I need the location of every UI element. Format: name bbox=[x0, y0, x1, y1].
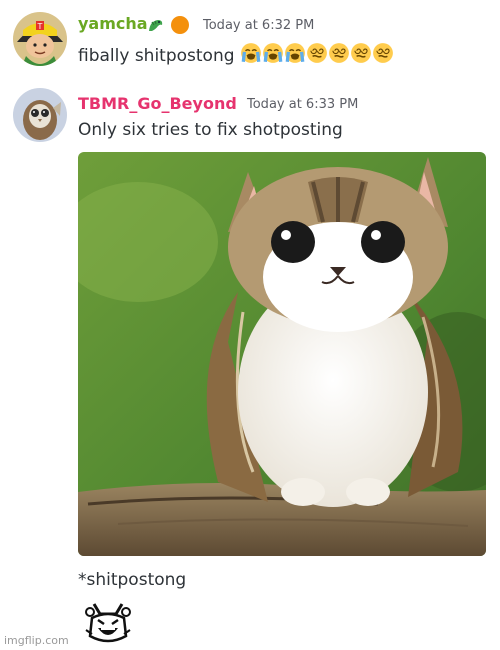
message-text-followup: *shitpostong bbox=[78, 570, 187, 590]
face-with-spiral-eyes-icon bbox=[351, 43, 371, 63]
face-with-spiral-eyes-icon bbox=[373, 43, 393, 63]
message-yamcha: T yamcha Today at 6:32 PM fibally shitpo… bbox=[0, 0, 500, 80]
timestamp: Today at 6:32 PM bbox=[203, 18, 315, 33]
emoji-row bbox=[240, 43, 394, 66]
svg-text:T: T bbox=[37, 22, 43, 31]
orange-circle-icon bbox=[170, 15, 190, 39]
avatar-yamcha[interactable]: T bbox=[13, 12, 67, 66]
message-content: fibally shitpostong bbox=[78, 42, 394, 66]
cat-owl-image[interactable] bbox=[78, 152, 486, 556]
face-with-spiral-eyes-icon bbox=[307, 43, 327, 63]
message-text: Only six tries to fix shotposting bbox=[78, 120, 343, 140]
username[interactable]: yamcha bbox=[78, 14, 148, 33]
watermark: imgflip.com bbox=[4, 634, 69, 647]
face-with-spiral-eyes-icon bbox=[329, 43, 349, 63]
avatar-tbmr[interactable] bbox=[13, 88, 67, 142]
dragon-icon bbox=[146, 15, 166, 39]
loudly-crying-face-icon bbox=[241, 43, 261, 63]
loudly-crying-face-icon bbox=[263, 43, 283, 63]
loudly-crying-face-icon bbox=[285, 43, 305, 63]
timestamp: Today at 6:33 PM bbox=[247, 97, 359, 112]
laughing-creature-sticker[interactable] bbox=[82, 600, 134, 646]
message-text: fibally shitpostong bbox=[78, 46, 235, 66]
username[interactable]: TBMR_Go_Beyond bbox=[78, 94, 237, 113]
